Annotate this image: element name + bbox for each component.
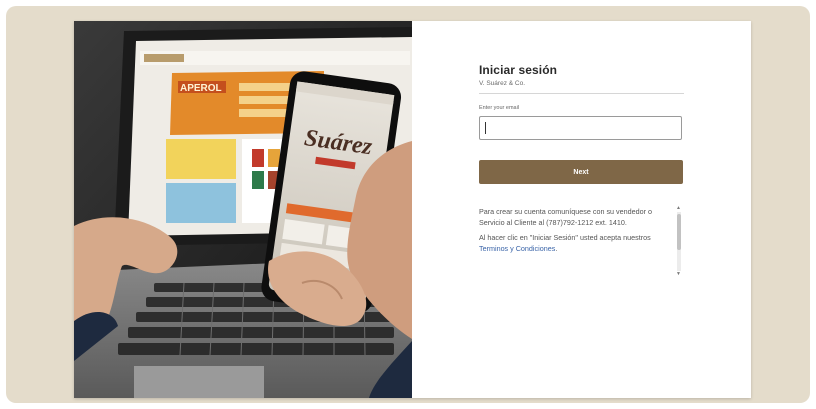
hero-photo: APEROL Suárez bbox=[74, 21, 412, 398]
text-cursor bbox=[485, 122, 486, 134]
login-panel: Iniciar sesión V. Suárez & Co. Enter you… bbox=[412, 21, 751, 398]
page-title: Iniciar sesión bbox=[479, 63, 558, 77]
scroll-down-arrow-icon[interactable]: ▼ bbox=[676, 272, 681, 277]
promo-text: APEROL bbox=[180, 83, 222, 94]
terms-notice-prefix: Al hacer clic en "Iniciar Sesión" usted … bbox=[479, 233, 651, 242]
laptop-phone-illustration: APEROL Suárez bbox=[74, 21, 412, 398]
divider bbox=[479, 93, 684, 94]
info-text-box: Para crear su cuenta comuníquese con su … bbox=[479, 207, 677, 275]
email-field[interactable] bbox=[479, 116, 682, 140]
scrollbar-thumb[interactable] bbox=[677, 214, 681, 250]
info-scrollbar[interactable]: ▲ ▼ bbox=[675, 206, 683, 277]
scroll-up-arrow-icon[interactable]: ▲ bbox=[676, 206, 681, 211]
login-card: APEROL Suárez Iniciar sesión V. Suárez &… bbox=[74, 21, 751, 398]
terms-link[interactable]: Terminos y Condiciones bbox=[479, 244, 555, 253]
next-button[interactable]: Next bbox=[479, 160, 683, 184]
terms-notice: Al hacer clic en "Iniciar Sesión" usted … bbox=[479, 233, 677, 254]
terms-notice-suffix: . bbox=[555, 243, 558, 253]
company-name: V. Suárez & Co. bbox=[479, 80, 526, 87]
account-info-text: Para crear su cuenta comuníquese con su … bbox=[479, 207, 653, 227]
email-label: Enter your email bbox=[479, 105, 520, 111]
